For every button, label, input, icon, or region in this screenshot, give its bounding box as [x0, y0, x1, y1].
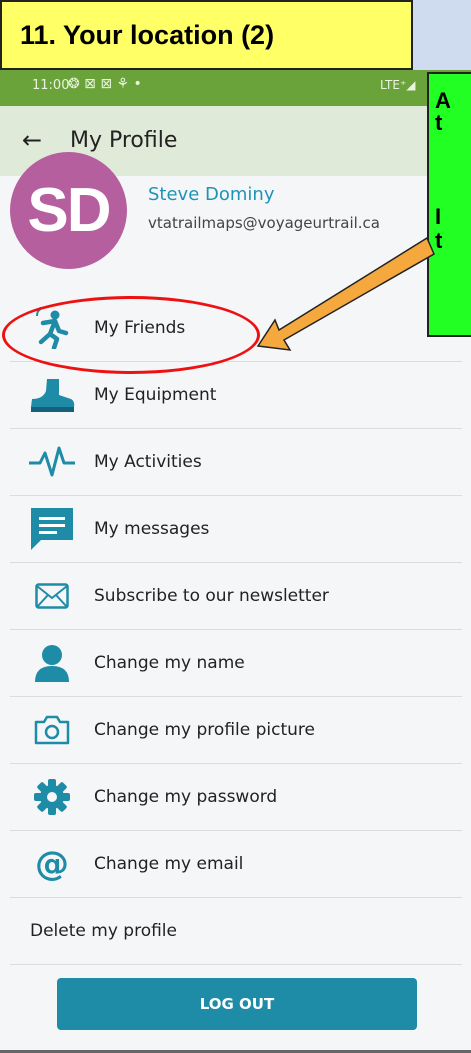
- svg-text:@: @: [35, 846, 69, 882]
- menu-item-label: Delete my profile: [30, 921, 177, 941]
- menu-item-my-messages[interactable]: My messages: [10, 496, 462, 563]
- menu-item-label: Change my password: [94, 787, 278, 807]
- pulse-icon: [28, 440, 76, 484]
- menu-item-change-name[interactable]: Change my name: [10, 630, 462, 697]
- menu-item-change-picture[interactable]: Change my profile picture: [10, 697, 462, 764]
- menu-item-label: Change my name: [94, 653, 245, 673]
- menu-item-label: Subscribe to our newsletter: [94, 586, 329, 606]
- menu-item-label: Change my profile picture: [94, 720, 315, 740]
- at-icon: @: [28, 842, 76, 886]
- menu-item-label: Change my email: [94, 854, 244, 874]
- highlight-ellipse: [2, 296, 260, 374]
- menu-item-delete-profile[interactable]: Delete my profile: [10, 898, 462, 965]
- person-icon: [28, 641, 76, 685]
- menu-item-label: My Activities: [94, 452, 202, 472]
- envelope-icon: [28, 574, 76, 618]
- logout-button[interactable]: LOG OUT: [57, 978, 417, 1030]
- menu-item-subscribe-newsletter[interactable]: Subscribe to our newsletter: [10, 563, 462, 630]
- menu-item-my-activities[interactable]: My Activities: [10, 429, 462, 496]
- menu-item-change-password[interactable]: Change my password: [10, 764, 462, 831]
- camera-icon: [28, 708, 76, 752]
- menu-item-change-email[interactable]: @ Change my email: [10, 831, 462, 898]
- gear-icon: [28, 775, 76, 819]
- message-icon: [28, 507, 76, 551]
- menu-item-label: My messages: [94, 519, 210, 539]
